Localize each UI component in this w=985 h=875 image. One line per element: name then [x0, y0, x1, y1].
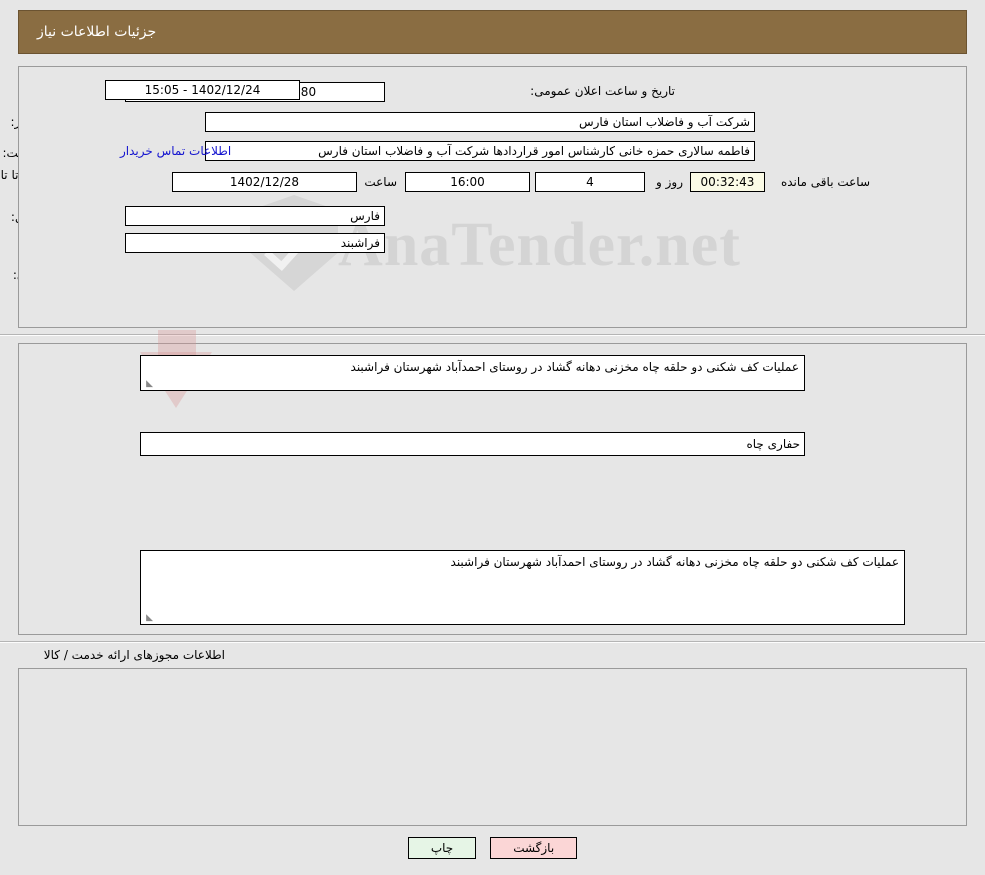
page-title-bar: جزئیات اطلاعات نیاز	[18, 10, 967, 54]
back-button[interactable]: بازگشت	[490, 837, 578, 859]
page-title: جزئیات اطلاعات نیاز	[37, 24, 157, 40]
delivery-province-value: فارس	[125, 206, 385, 226]
deadline-time-value: 16:00	[405, 172, 530, 192]
service-group-value: حفاری چاه	[140, 432, 805, 456]
announce-datetime-value: 1402/12/24 - 15:05	[105, 80, 300, 100]
print-button[interactable]: چاپ	[407, 837, 477, 859]
buyer-org-value: شرکت آب و فاضلاب استان فارس	[205, 112, 755, 132]
need-info-panel	[18, 66, 967, 328]
request-creator-value: فاطمه سالاری حمزه خانی کارشناس امور قرار…	[205, 141, 755, 161]
buyer-notes-textarea[interactable]: عملیات کف شکنی دو حلقه چاه مخزنی دهانه گ…	[140, 550, 905, 625]
page-root: AnaTender.net جزئیات اطلاعات نیاز شماره …	[0, 0, 985, 875]
footer-buttons: بازگشت چاپ	[0, 837, 985, 859]
resize-grip-icon: ◣	[146, 613, 153, 623]
buyer-contact-link[interactable]: اطلاعات تماس خریدار	[120, 144, 231, 158]
need-description-value: عملیات کف شکنی دو حلقه چاه مخزنی دهانه گ…	[350, 360, 799, 374]
deadline-hour-label: ساعت	[364, 175, 397, 189]
countdown-value: 00:32:43	[690, 172, 765, 192]
permits-panel	[18, 668, 967, 826]
remaining-days-label: روز و	[656, 175, 683, 189]
remaining-days-value: 4	[535, 172, 645, 192]
deadline-date-value: 1402/12/28	[172, 172, 357, 192]
need-description-text: عملیات کف شکنی دو حلقه چاه مخزنی دهانه گ…	[140, 355, 805, 391]
divider-middle	[0, 641, 985, 643]
divider-top	[0, 334, 985, 336]
announce-datetime-label: تاریخ و ساعت اعلان عمومی:	[530, 84, 675, 98]
resize-grip-icon: ◣	[146, 379, 153, 389]
delivery-city-value: فراشبند	[125, 233, 385, 253]
permits-section-title: اطلاعات مجوزهای ارائه خدمت / کالا	[43, 648, 225, 662]
buyer-notes-value: عملیات کف شکنی دو حلقه چاه مخزنی دهانه گ…	[450, 555, 899, 569]
countdown-label: ساعت باقی مانده	[780, 175, 870, 189]
